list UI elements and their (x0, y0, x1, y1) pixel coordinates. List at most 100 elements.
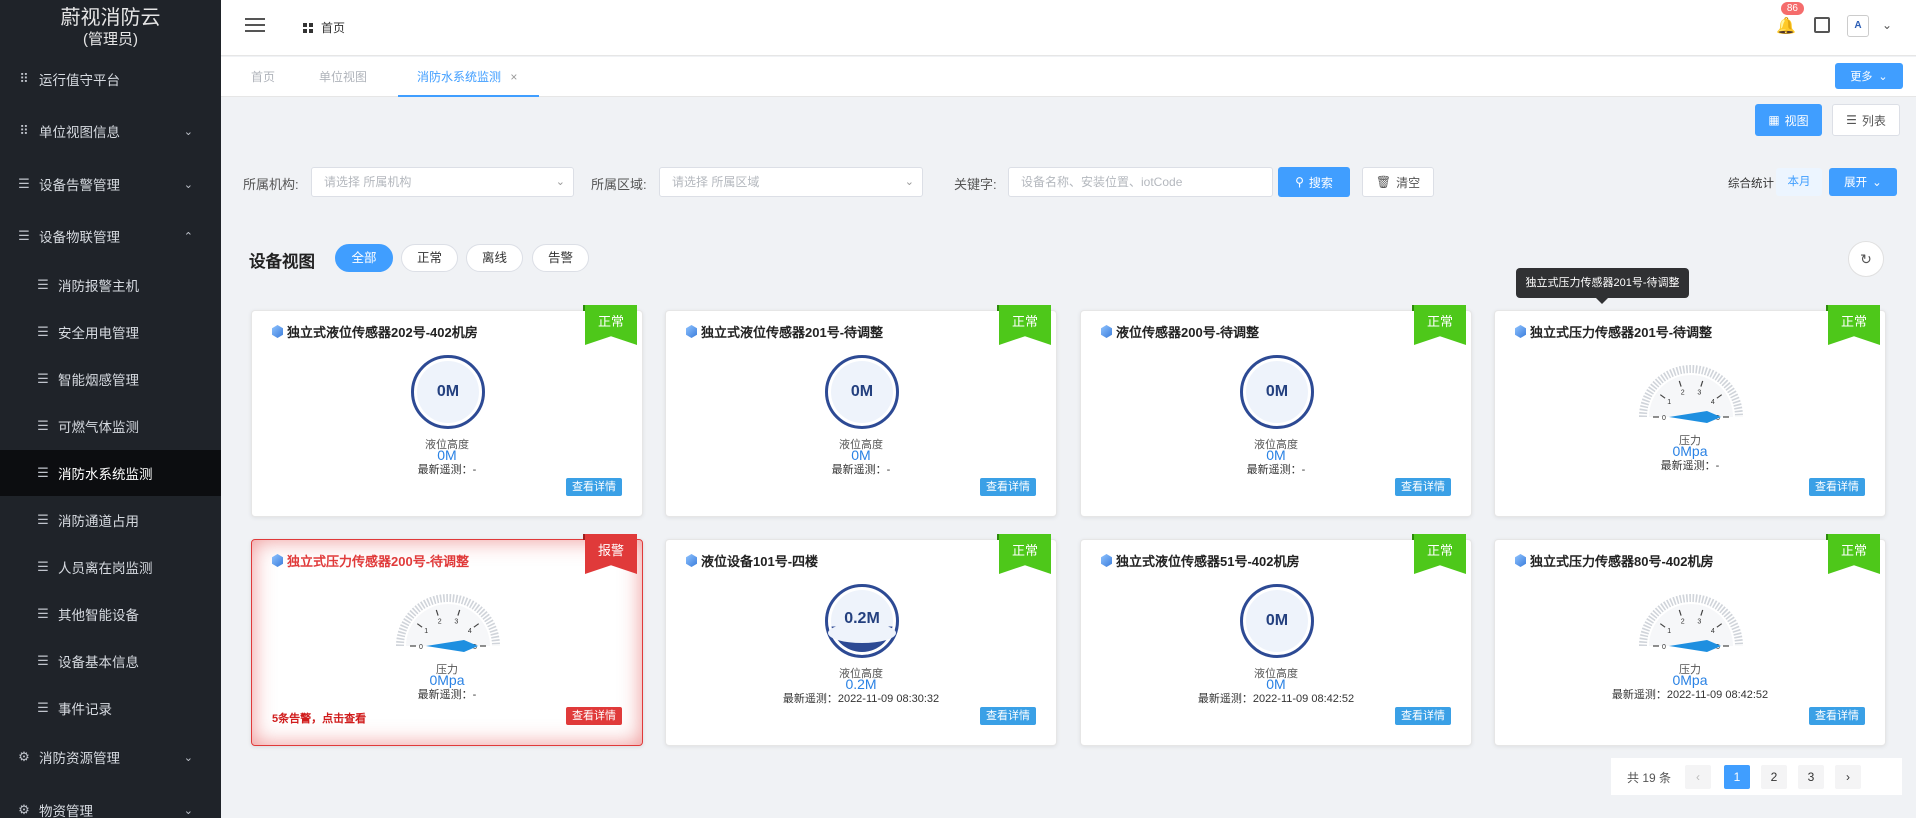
fullscreen-icon[interactable] (1814, 17, 1830, 33)
trash-icon: 🗑 (1375, 175, 1392, 189)
close-icon[interactable]: × (510, 70, 517, 84)
alarm-link[interactable]: 5条告警，点击查看 (272, 710, 366, 726)
sidebar-item[interactable]: ☰ 消防水系统监测 (0, 450, 221, 496)
device-icon (272, 325, 283, 338)
filter-pill-alarm[interactable]: 告警 (532, 244, 589, 272)
breadcrumb-home[interactable]: 首页 (321, 19, 345, 36)
keyword-placeholder: 设备名称、安装位置、iotCode (1021, 175, 1183, 189)
area-select[interactable]: 请选择 所属区域 ⌄ (659, 167, 923, 197)
org-select[interactable]: 请选择 所属机构 ⌄ (311, 167, 574, 197)
sidebar-item[interactable]: ☰ 设备告警管理 ⌄ (0, 161, 221, 207)
device-card[interactable]: 独立式液位传感器51号-402机房 正常 0M 液位高度 0M 最新遥测：2022-11-… (1080, 534, 1472, 746)
sidebar-item-label: 设备基本信息 (58, 655, 139, 670)
view-detail-button[interactable]: 查看详情 (980, 478, 1036, 496)
device-card[interactable]: 独立式液位传感器202号-402机房 正常 0M 液位高度 0M 最新遥测：- 查看详情 (251, 305, 643, 517)
pagination: 共 19 条 ‹ 1 2 3 › (1611, 758, 1902, 795)
device-icon (272, 554, 283, 567)
chevron-down-icon[interactable]: ⌄ (1882, 18, 1892, 32)
hamburger-menu-icon[interactable] (245, 18, 265, 34)
gauge-display: 0.2M (844, 610, 880, 627)
device-title: 独立式压力传感器200号-待调整 (272, 551, 469, 570)
sidebar-item-label: 智能烟感管理 (58, 373, 139, 388)
list-icon: ☰ (18, 228, 30, 243)
view-detail-button[interactable]: 查看详情 (1809, 478, 1865, 496)
level-gauge: 0M (1240, 584, 1314, 658)
pressure-dial: 012 345 (396, 594, 500, 652)
list-icon: ☰ (18, 176, 30, 191)
chevron-down-icon: ⌄ (1872, 177, 1882, 189)
sidebar-item[interactable]: ☰ 设备物联管理 ⌃ (0, 213, 221, 259)
level-gauge: 0M (825, 355, 899, 429)
filter-pill-all[interactable]: 全部 (335, 244, 393, 272)
view-detail-button[interactable]: 查看详情 (1395, 478, 1451, 496)
sidebar-item[interactable]: ☰ 安全用电管理 (0, 309, 221, 355)
prev-page-button[interactable]: ‹ (1685, 765, 1711, 789)
device-title: 独立式压力传感器80号-402机房 (1515, 551, 1713, 570)
tab-unit-view[interactable]: 单位视图 (319, 57, 367, 97)
stat-period[interactable]: 本月 (1776, 168, 1822, 196)
page-button[interactable]: 3 (1798, 765, 1824, 789)
sidebar-item-label: 消防报警主机 (58, 279, 139, 294)
sidebar-item[interactable]: ☰ 消防报警主机 (0, 262, 221, 308)
level-gauge: 0M (1240, 355, 1314, 429)
tab-home[interactable]: 首页 (251, 57, 275, 97)
latest-telemetry: 最新遥测：2022-11-09 08:42:52 (1611, 689, 1769, 701)
latest-telemetry: 最新遥测：- (417, 464, 477, 476)
status-badge: 正常 (1414, 305, 1466, 345)
view-detail-button[interactable]: 查看详情 (566, 478, 622, 496)
device-title: 独立式液位传感器51号-402机房 (1101, 551, 1299, 570)
dial-tick-label: 2 (438, 618, 442, 625)
keyword-input[interactable]: 设备名称、安装位置、iotCode (1008, 167, 1273, 197)
filter-pill-normal[interactable]: 正常 (401, 244, 458, 272)
org-label: 所属机构: (243, 177, 299, 192)
sidebar-item[interactable]: ⚙ 物资管理 ⌄ (0, 787, 221, 818)
device-card[interactable]: 独立式压力传感器201号-待调整 正常 0 1 2 3 4 5 压力 0Mpa 最新遥测：- 查看详情 (1494, 305, 1886, 517)
sidebar-item[interactable]: ☰ 事件记录 (0, 685, 221, 731)
sidebar-item[interactable]: ⚙ 消防资源管理 ⌄ (0, 734, 221, 780)
sidebar-item[interactable]: ☰ 设备基本信息 (0, 638, 221, 684)
grid-icon (303, 22, 313, 33)
chevron-down-icon: ⌄ (904, 176, 914, 188)
list-label: 列表 (1861, 113, 1886, 128)
search-button[interactable]: ⚲ 搜索 (1278, 167, 1350, 197)
sidebar-item[interactable]: ☰ 人员离在岗监测 (0, 544, 221, 590)
list-icon: ☰ (37, 371, 49, 386)
next-page-button[interactable]: › (1835, 765, 1861, 789)
page-button[interactable]: 1 (1724, 765, 1750, 789)
clear-button[interactable]: 🗑 清空 (1362, 167, 1434, 197)
view-detail-button[interactable]: 查看详情 (1395, 707, 1451, 725)
dial-tick-label: 4 (468, 628, 472, 635)
grid-icon: ⠿ (19, 123, 29, 138)
org-placeholder: 请选择 所属机构 (324, 175, 412, 189)
sidebar-item[interactable]: ☰ 消防通道占用 (0, 497, 221, 543)
device-card[interactable]: 液位设备101号-四楼 正常 0.2M 液位高度 0.2M 最新遥测：2022-11-09… (665, 534, 1057, 746)
expand-button[interactable]: 展开 ⌄ (1829, 168, 1897, 196)
device-name: 独立式压力传感器80号-402机房 (1530, 554, 1714, 569)
list-mode-button[interactable]: ☰ 列表 (1832, 104, 1900, 136)
filter-pill-offline[interactable]: 离线 (466, 244, 523, 272)
refresh-icon[interactable]: ↻ (1848, 241, 1884, 277)
device-card[interactable]: 液位传感器200号-待调整 正常 0M 液位高度 0M 最新遥测：- 查看详情 (1080, 305, 1472, 517)
bell-icon[interactable]: 🔔 (1776, 16, 1796, 36)
more-button[interactable]: 更多 ⌄ (1835, 63, 1903, 89)
sidebar-item[interactable]: ☰ 其他智能设备 (0, 591, 221, 637)
sidebar-item[interactable]: ☰ 智能烟感管理 (0, 356, 221, 402)
view-detail-button[interactable]: 查看详情 (980, 707, 1036, 725)
sidebar-item[interactable]: ⠿ 单位视图信息 ⌄ (0, 108, 221, 154)
device-card[interactable]: 独立式压力传感器200号-待调整 报警 0 1 2 3 4 5 压力 0Mpa 最新遥测：- 5条告警… (251, 534, 643, 746)
sidebar-item[interactable]: ⠿ 运行值守平台 (0, 56, 221, 102)
tab-water-system[interactable]: 消防水系统监测 × (398, 57, 539, 97)
dial-tick-label: 2 (1681, 618, 1685, 625)
view-mode-button[interactable]: ▦ 视图 (1755, 104, 1822, 136)
avatar[interactable]: A (1847, 15, 1869, 37)
view-detail-button[interactable]: 查看详情 (1809, 707, 1865, 725)
device-card[interactable]: 独立式压力传感器80号-402机房 正常 0 1 2 3 4 5 压力 0Mpa 最新遥测：2022… (1494, 534, 1886, 746)
sidebar-item-label: 设备物联管理 (39, 230, 120, 245)
dial-tick-label: 3 (1697, 618, 1701, 625)
dial-tick-label: 0 (1662, 415, 1666, 422)
page-button[interactable]: 2 (1761, 765, 1787, 789)
view-detail-button[interactable]: 查看详情 (566, 707, 622, 725)
device-card[interactable]: 独立式液位传感器201号-待调整 正常 0M 液位高度 0M 最新遥测：- 查看详情 (665, 305, 1057, 517)
sidebar-item[interactable]: ☰ 可燃气体监测 (0, 403, 221, 449)
sidebar-item-label: 事件记录 (58, 702, 112, 717)
